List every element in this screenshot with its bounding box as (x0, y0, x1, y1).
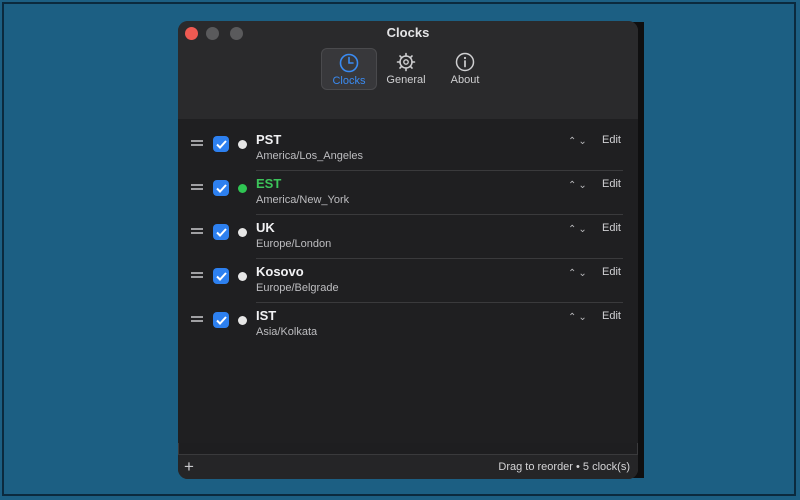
preferences-toolbar: Clocks General About (178, 47, 638, 113)
clock-timezone: Asia/Kolkata (256, 326, 318, 338)
reorder-arrows-icon[interactable]: ⌃⌄ (568, 136, 589, 147)
row-divider (256, 170, 623, 171)
reorder-arrows-icon[interactable]: ⌃⌄ (568, 180, 589, 191)
enable-checkbox[interactable] (213, 268, 229, 284)
status-dot (238, 316, 247, 325)
clock-abbr: EST (256, 176, 282, 191)
tab-general-label: General (386, 74, 426, 86)
enable-checkbox[interactable] (213, 136, 229, 152)
status-dot (238, 140, 247, 149)
checkmark-icon (215, 271, 227, 281)
clock-abbr: PST (256, 132, 282, 147)
clock-timezone: Europe/Belgrade (256, 282, 339, 294)
reorder-arrows-icon[interactable]: ⌃⌄ (568, 268, 589, 279)
drag-handle-icon[interactable] (191, 316, 203, 324)
clock-abbr: UK (256, 220, 275, 235)
clock-row[interactable]: Kosovo Europe/Belgrade ⌃⌄ Edit (178, 260, 638, 303)
status-dot (238, 184, 247, 193)
edit-button[interactable]: Edit (602, 266, 621, 278)
clocks-window: Clocks Clocks General About PST America/… (178, 21, 638, 479)
clock-icon (339, 53, 359, 73)
window-title: Clocks (386, 25, 430, 40)
clock-timezone: America/New_York (256, 194, 350, 206)
checkmark-icon (215, 183, 227, 193)
edit-button[interactable]: Edit (602, 310, 621, 322)
clock-row[interactable]: EST America/New_York ⌃⌄ Edit (178, 172, 638, 215)
clock-timezone: America/Los_Angeles (256, 150, 364, 162)
drag-handle-icon[interactable] (191, 184, 203, 192)
checkmark-icon (215, 139, 227, 149)
drag-handle-icon[interactable] (191, 272, 203, 280)
reorder-arrows-icon[interactable]: ⌃⌄ (568, 312, 589, 323)
clock-row[interactable]: PST America/Los_Angeles ⌃⌄ Edit (178, 128, 638, 171)
edit-button[interactable]: Edit (602, 222, 621, 234)
status-text: Drag to reorder • 5 clock(s) (498, 461, 630, 473)
info-icon (455, 52, 475, 72)
status-dot (238, 272, 247, 281)
reorder-arrows-icon[interactable]: ⌃⌄ (568, 224, 589, 235)
checkmark-icon (215, 227, 227, 237)
row-divider (256, 302, 623, 303)
status-dot (238, 228, 247, 237)
tab-about-label: About (450, 74, 480, 86)
clock-list: PST America/Los_Angeles ⌃⌄ Edit EST Amer… (178, 119, 638, 443)
checkmark-icon (215, 315, 227, 325)
enable-checkbox[interactable] (213, 180, 229, 196)
titlebar: Clocks Clocks General About (178, 21, 638, 120)
footer-bar: + Drag to reorder • 5 clock(s) (178, 454, 638, 479)
row-divider (256, 258, 623, 259)
gear-icon (396, 52, 416, 72)
clock-row[interactable]: IST Asia/Kolkata ⌃⌄ Edit (178, 304, 638, 347)
clock-abbr: Kosovo (256, 264, 304, 279)
clock-row[interactable]: UK Europe/London ⌃⌄ Edit (178, 216, 638, 259)
tab-clocks[interactable]: Clocks (321, 48, 377, 90)
tab-clocks-label: Clocks (332, 75, 366, 87)
tab-about[interactable]: About (437, 48, 493, 90)
enable-checkbox[interactable] (213, 224, 229, 240)
clock-abbr: IST (256, 308, 277, 323)
row-divider (256, 214, 623, 215)
edit-button[interactable]: Edit (602, 178, 621, 190)
enable-checkbox[interactable] (213, 312, 229, 328)
drag-handle-icon[interactable] (191, 140, 203, 148)
tab-general[interactable]: General (378, 48, 434, 90)
edit-button[interactable]: Edit (602, 134, 621, 146)
clock-timezone: Europe/London (256, 238, 332, 250)
drag-handle-icon[interactable] (191, 228, 203, 236)
add-clock-button[interactable]: + (184, 457, 194, 477)
